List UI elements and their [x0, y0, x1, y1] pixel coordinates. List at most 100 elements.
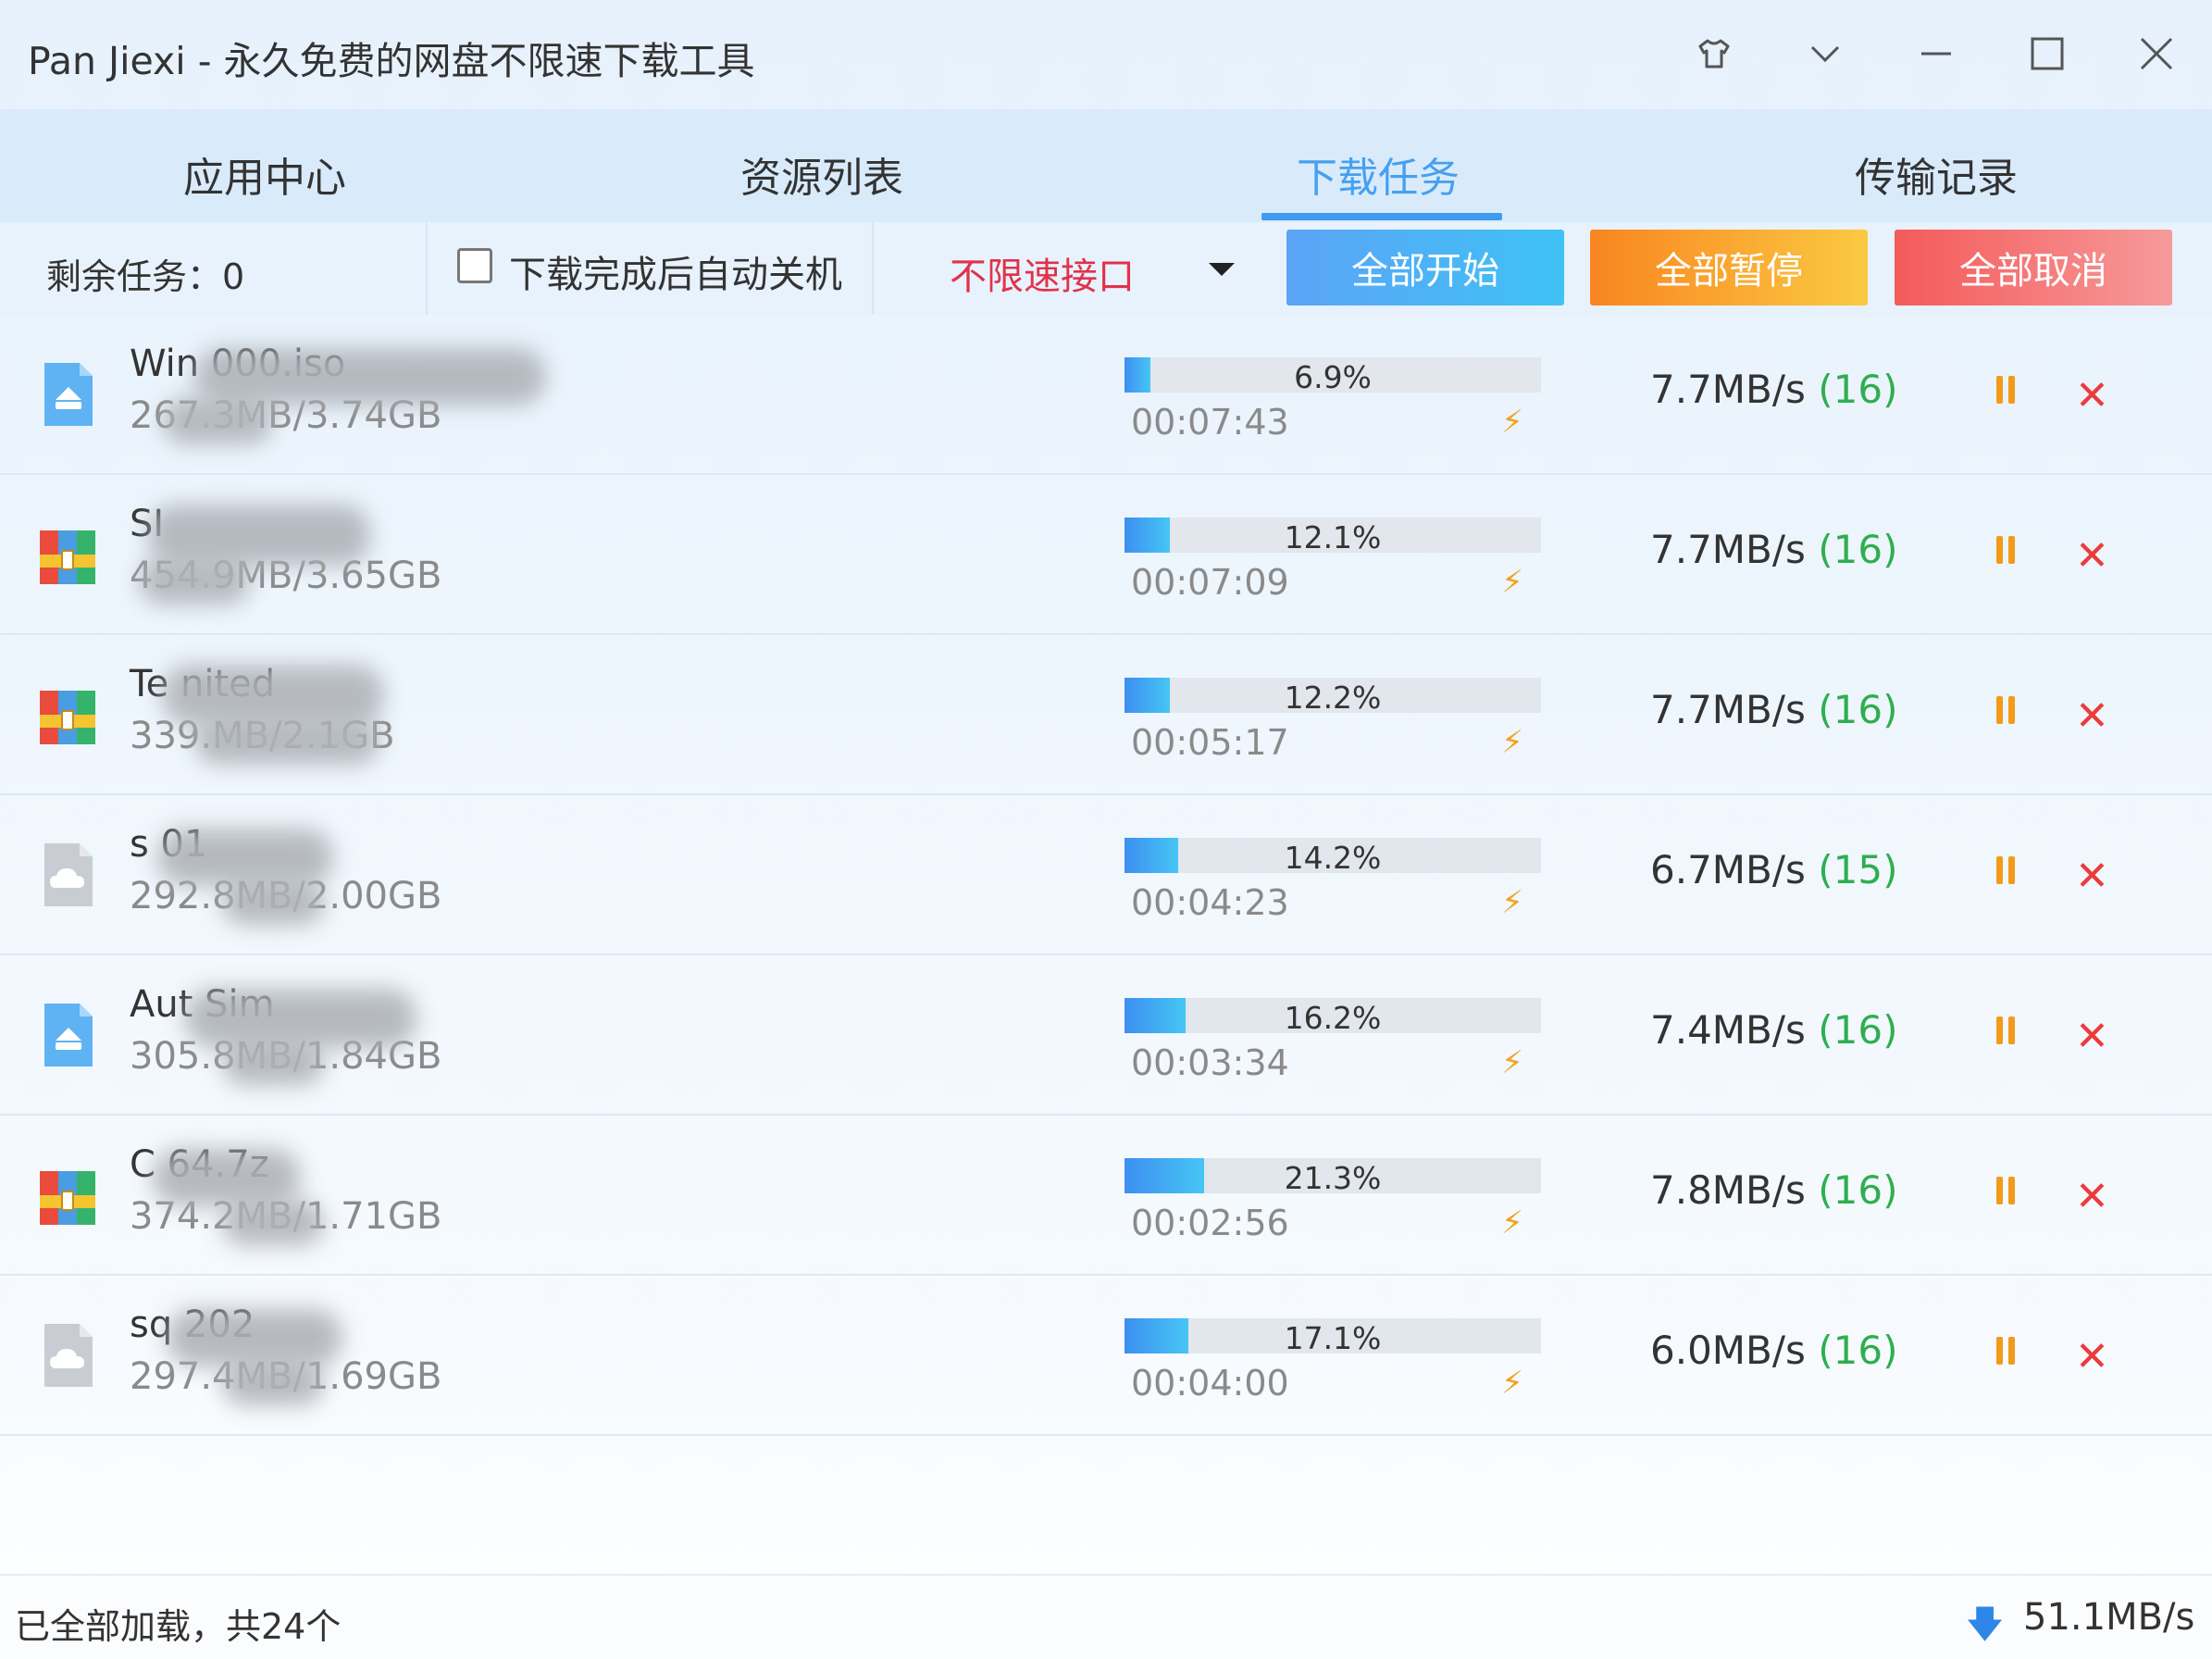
lightning-icon: ⚡	[1501, 564, 1523, 601]
progress-percent: 17.1%	[1284, 1320, 1382, 1356]
window-title: Pan Jiexi - 永久免费的网盘不限速下载工具	[28, 39, 755, 83]
thread-count: (16)	[1818, 367, 1898, 412]
redaction-blur	[222, 1041, 324, 1085]
progress-fill	[1125, 1318, 1189, 1353]
toolbar-divider	[872, 222, 874, 315]
skin-shirt-icon[interactable]	[1686, 26, 1742, 81]
load-status-text: 已全部加载，共24个	[15, 1606, 342, 1647]
close-icon[interactable]	[2129, 26, 2184, 81]
task-row[interactable]: SI 454.9MB/3.65GB 12.1% 00:07:09 ⚡ 7.7MB…	[0, 475, 2212, 635]
redaction-blur	[222, 1201, 324, 1245]
pause-icon[interactable]	[1995, 376, 2019, 407]
thread-count: (16)	[1818, 1328, 1898, 1373]
speed-value: 6.7MB/s	[1650, 847, 1806, 892]
cancel-x-icon[interactable]: ✕	[2075, 372, 2109, 419]
maximize-icon[interactable]	[2019, 26, 2075, 81]
task-row[interactable]: s 01 292.8MB/2.00GB 14.2% 00:04:23 ⚡ 6.7…	[0, 795, 2212, 955]
progress-percent: 12.2%	[1284, 680, 1382, 716]
cloud-file-icon	[37, 838, 98, 912]
progress-fill	[1125, 998, 1186, 1033]
cancel-x-icon[interactable]: ✕	[2075, 532, 2109, 580]
pause-icon[interactable]	[1995, 1017, 2019, 1048]
download-speed: 6.7MB/s (15)	[1650, 847, 1897, 892]
speed-value: 7.7MB/s	[1650, 687, 1806, 732]
cancel-all-button[interactable]: 全部取消	[1895, 230, 2172, 306]
download-speed: 7.7MB/s (16)	[1650, 367, 1897, 412]
speed-value: 6.0MB/s	[1650, 1328, 1806, 1373]
redaction-blur	[222, 1361, 324, 1405]
time-remaining: 00:04:23	[1131, 882, 1289, 923]
thread-count: (16)	[1818, 687, 1898, 732]
progress-percent: 6.9%	[1294, 359, 1372, 395]
speed-value: 7.4MB/s	[1650, 1007, 1806, 1053]
lightning-icon: ⚡	[1501, 1204, 1523, 1241]
tab-transfer-records[interactable]: 传输记录	[1855, 144, 2018, 204]
archive-icon	[37, 1158, 98, 1232]
task-row[interactable]: C 64.7z 374.2MB/1.71GB 21.3% 00:02:56 ⚡ …	[0, 1116, 2212, 1276]
pause-icon[interactable]	[1995, 1177, 2019, 1208]
redaction-blur	[157, 829, 333, 886]
download-speed: 7.7MB/s (16)	[1650, 527, 1897, 572]
tab-resource-list[interactable]: 资源列表	[740, 144, 903, 204]
time-remaining: 00:02:56	[1131, 1203, 1289, 1243]
thread-count: (16)	[1818, 1007, 1898, 1053]
pause-icon[interactable]	[1995, 856, 2019, 888]
download-arrow-icon: 🡇	[1966, 1603, 2005, 1646]
disc-image-icon	[37, 357, 98, 431]
redaction-blur	[153, 1149, 301, 1206]
main-tabs: 应用中心 资源列表 下载任务 传输记录	[0, 109, 2212, 222]
task-row[interactable]: Win 000.iso 267.3MB/3.74GB 6.9% 00:07:43…	[0, 315, 2212, 475]
tab-app-center[interactable]: 应用中心	[183, 144, 346, 204]
time-remaining: 00:03:34	[1131, 1042, 1289, 1083]
lightning-icon: ⚡	[1501, 884, 1523, 921]
task-row[interactable]: Aut Sim 305.8MB/1.84GB 16.2% 00:03:34 ⚡ …	[0, 955, 2212, 1116]
disc-image-icon	[37, 998, 98, 1072]
redaction-blur	[162, 398, 273, 444]
progress-fill	[1125, 838, 1178, 873]
progress-percent: 16.2%	[1284, 1000, 1382, 1036]
cancel-x-icon[interactable]: ✕	[2075, 853, 2109, 900]
progress-fill	[1125, 1158, 1205, 1193]
tab-download-tasks[interactable]: 下载任务	[1297, 144, 1460, 204]
redaction-blur	[185, 989, 416, 1048]
download-speed: 7.4MB/s (16)	[1650, 1007, 1897, 1053]
cloud-file-icon	[37, 1318, 98, 1392]
cancel-x-icon[interactable]: ✕	[2075, 1173, 2109, 1220]
thread-count: (16)	[1818, 527, 1898, 572]
title-bar: Pan Jiexi - 永久免费的网盘不限速下载工具	[0, 0, 2212, 109]
redaction-blur	[139, 558, 250, 605]
task-row[interactable]: Te nited 339.MB/2.1GB 12.2% 00:05:17 ⚡ 7…	[0, 635, 2212, 795]
cancel-x-icon[interactable]: ✕	[2075, 692, 2109, 740]
progress-fill	[1125, 357, 1150, 393]
progress-fill	[1125, 678, 1171, 713]
dropdown-arrow-icon[interactable]	[1209, 263, 1235, 276]
redaction-blur	[194, 348, 546, 405]
redaction-blur	[162, 665, 384, 726]
chevron-down-icon[interactable]	[1797, 26, 1853, 81]
cancel-x-icon[interactable]: ✕	[2075, 1013, 2109, 1060]
start-all-button[interactable]: 全部开始	[1286, 230, 1564, 306]
lightning-icon: ⚡	[1501, 404, 1523, 441]
pause-all-button[interactable]: 全部暂停	[1590, 230, 1868, 306]
minimize-icon[interactable]	[1908, 26, 1964, 81]
pause-icon[interactable]	[1995, 696, 2019, 728]
pause-icon[interactable]	[1995, 1337, 2019, 1368]
pause-icon[interactable]	[1995, 536, 2019, 568]
total-speed: 51.1MB/s	[2023, 1596, 2195, 1639]
lightning-icon: ⚡	[1501, 724, 1523, 761]
remaining-tasks-label: 剩余任务：0	[46, 256, 245, 297]
time-remaining: 00:07:43	[1131, 402, 1289, 443]
cancel-x-icon[interactable]: ✕	[2075, 1333, 2109, 1380]
redaction-blur	[222, 880, 324, 925]
auto-shutdown-label[interactable]: 下载完成后自动关机	[509, 244, 842, 298]
thread-count: (16)	[1818, 1167, 1898, 1213]
auto-shutdown-checkbox[interactable]	[457, 248, 492, 283]
lightning-icon: ⚡	[1501, 1365, 1523, 1402]
redaction-blur	[167, 1309, 342, 1366]
redaction-blur	[148, 505, 370, 566]
time-remaining: 00:04:00	[1131, 1363, 1289, 1403]
task-row[interactable]: sq 202 297.4MB/1.69GB 17.1% 00:04:00 ⚡ 6…	[0, 1276, 2212, 1436]
interface-select[interactable]: 不限速接口	[950, 246, 1135, 300]
progress-fill	[1125, 518, 1170, 553]
time-remaining: 00:07:09	[1131, 562, 1289, 603]
